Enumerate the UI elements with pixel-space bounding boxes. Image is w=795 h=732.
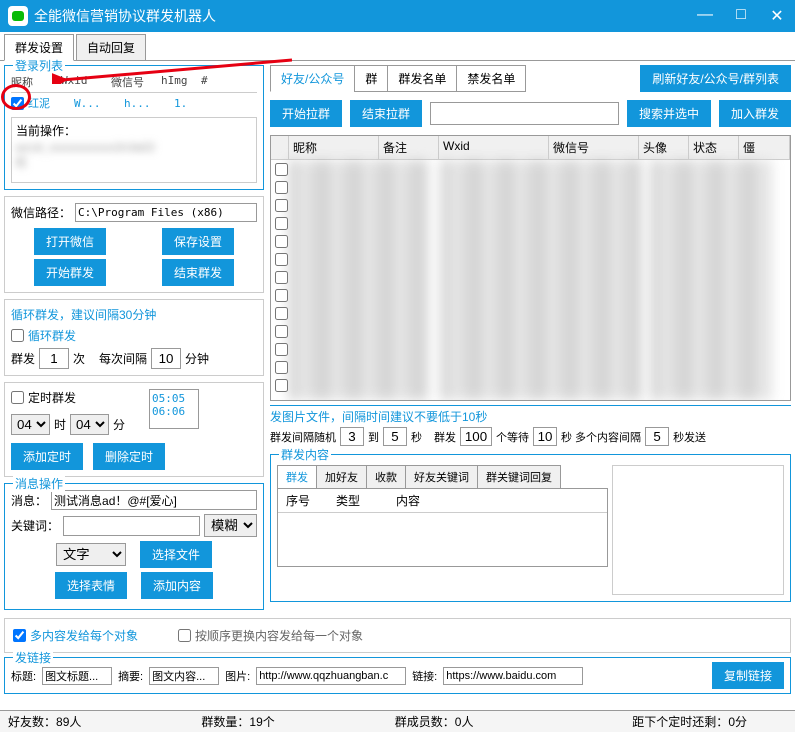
tab-auto-reply[interactable]: 自动回复 bbox=[76, 34, 146, 60]
link-abstract-input[interactable] bbox=[149, 667, 219, 685]
maximize-button[interactable]: □ bbox=[731, 6, 751, 26]
close-button[interactable]: ✕ bbox=[767, 6, 787, 26]
current-operation: 当前操作： wxid_xxxxxxxxxx2n1m22 红 bbox=[11, 117, 257, 183]
wx-path-box: 微信路径： 打开微信 保存设置 开始群发 结束群发 bbox=[4, 196, 264, 293]
choose-emoji-button[interactable]: 选择表情 bbox=[55, 572, 127, 599]
loop-interval-input[interactable] bbox=[151, 348, 181, 369]
timer-checkbox[interactable] bbox=[11, 391, 24, 404]
main-tabs: 群发设置 自动回复 bbox=[0, 34, 795, 61]
save-settings-button[interactable]: 保存设置 bbox=[162, 228, 234, 255]
send-content-box: 群发内容 群发 加好友 收款 好友关键词 群关键词回复 序号 类型 内容 bbox=[270, 454, 791, 602]
timer-hour-select[interactable]: 04 bbox=[11, 414, 50, 435]
window-title: 全能微信营销协议群发机器人 bbox=[34, 6, 695, 26]
stab-addfriend[interactable]: 加好友 bbox=[316, 465, 367, 488]
match-mode-select[interactable]: 模糊 bbox=[204, 514, 257, 537]
choose-file-button[interactable]: 选择文件 bbox=[140, 541, 212, 568]
content-type-select[interactable]: 文字 bbox=[56, 543, 126, 566]
loop-checkbox[interactable] bbox=[11, 329, 24, 342]
search-select-button[interactable]: 搜索并选中 bbox=[627, 100, 711, 127]
multi-content-option[interactable]: 多内容发给每个对象 bbox=[13, 627, 138, 644]
open-wechat-button[interactable]: 打开微信 bbox=[34, 228, 106, 255]
tab-ban-list[interactable]: 禁发名单 bbox=[456, 65, 526, 92]
end-send-button[interactable]: 结束群发 bbox=[162, 259, 234, 286]
stab-send[interactable]: 群发 bbox=[277, 465, 317, 488]
statusbar: 好友数：89人 群数量：19个 群成员数：0人 距下个定时还剩：0分 bbox=[0, 710, 795, 732]
timer-list[interactable]: 05:05 06:06 bbox=[149, 389, 199, 429]
keyword-input[interactable] bbox=[63, 516, 200, 536]
search-input[interactable] bbox=[430, 102, 619, 125]
sequential-option[interactable]: 按顺序更换内容发给每一个对象 bbox=[178, 627, 363, 644]
add-content-button[interactable]: 添加内容 bbox=[141, 572, 213, 599]
right-tabs: 好友/公众号 群 群发名单 禁发名单 bbox=[270, 65, 525, 92]
tab-groups[interactable]: 群 bbox=[354, 65, 388, 92]
content-gap-input[interactable] bbox=[645, 427, 669, 446]
tab-friends[interactable]: 好友/公众号 bbox=[270, 65, 355, 92]
del-timer-button[interactable]: 删除定时 bbox=[93, 443, 165, 470]
stab-friend-kw[interactable]: 好友关键词 bbox=[405, 465, 478, 488]
start-send-button[interactable]: 开始群发 bbox=[34, 259, 106, 286]
loop-box: 循环群发，建议间隔30分钟 循环群发 群发 次 每次间隔 分钟 bbox=[4, 299, 264, 376]
copy-link-button[interactable]: 复制链接 bbox=[712, 662, 784, 689]
send-content-table[interactable]: 序号 类型 内容 bbox=[277, 489, 608, 567]
wx-path-label: 微信路径： bbox=[11, 204, 71, 221]
join-send-button[interactable]: 加入群发 bbox=[719, 100, 791, 127]
refresh-list-button[interactable]: 刷新好友/公众号/群列表 bbox=[640, 65, 791, 92]
login-list-header: 昵称 Wxid 微信号 hImg # bbox=[11, 72, 257, 93]
interval-min-input[interactable] bbox=[340, 427, 364, 446]
titlebar: 全能微信营销协议群发机器人 — □ ✕ bbox=[0, 0, 795, 32]
start-pull-button[interactable]: 开始拉群 bbox=[270, 100, 342, 127]
bottom-options: 多内容发给每个对象 按顺序更换内容发给每一个对象 bbox=[4, 618, 791, 653]
add-timer-button[interactable]: 添加定时 bbox=[11, 443, 83, 470]
batch-count-input[interactable] bbox=[460, 427, 492, 446]
loop-count-input[interactable] bbox=[39, 348, 69, 369]
minimize-button[interactable]: — bbox=[695, 6, 715, 26]
link-title-input[interactable] bbox=[42, 667, 112, 685]
wx-path-input[interactable] bbox=[75, 203, 257, 222]
friends-table: 昵称 备注 Wxid 微信号 头像 状态 僵 bbox=[270, 135, 791, 401]
timer-min-select[interactable]: 04 bbox=[70, 414, 109, 435]
message-input[interactable] bbox=[51, 490, 257, 510]
image-send-section: 发图片文件，间隔时间建议不要低于10秒 群发间隔随机 到 秒 群发 个等待 秒 … bbox=[270, 405, 791, 446]
login-list-legend: 登录列表 bbox=[13, 57, 65, 74]
preview-box bbox=[612, 465, 784, 595]
link-pic-input[interactable] bbox=[256, 667, 406, 685]
wait-input[interactable] bbox=[533, 427, 557, 446]
table-body[interactable] bbox=[271, 160, 790, 400]
stab-group-kw[interactable]: 群关键词回复 bbox=[477, 465, 561, 488]
wechat-icon bbox=[8, 6, 28, 26]
link-url-input[interactable] bbox=[443, 667, 583, 685]
message-box: 消息操作 消息： 关键词： 模糊 文字 选择文件 选择表情 添加内容 bbox=[4, 483, 264, 610]
stab-collect[interactable]: 收款 bbox=[366, 465, 406, 488]
tab-send-list[interactable]: 群发名单 bbox=[387, 65, 457, 92]
login-list-box: 登录列表 昵称 Wxid 微信号 hImg # 红泥 W... h... 1. … bbox=[4, 65, 264, 190]
end-pull-button[interactable]: 结束拉群 bbox=[350, 100, 422, 127]
interval-max-input[interactable] bbox=[383, 427, 407, 446]
timer-box: 定时群发 04 时 04 分 05:05 06:06 添加定时 删除定时 bbox=[4, 382, 264, 477]
login-row-1[interactable]: 红泥 W... h... 1. bbox=[11, 93, 257, 113]
link-section: 发链接 标题: 摘要: 图片: 链接: 复制链接 bbox=[4, 657, 791, 694]
login-checkbox[interactable] bbox=[11, 97, 24, 110]
